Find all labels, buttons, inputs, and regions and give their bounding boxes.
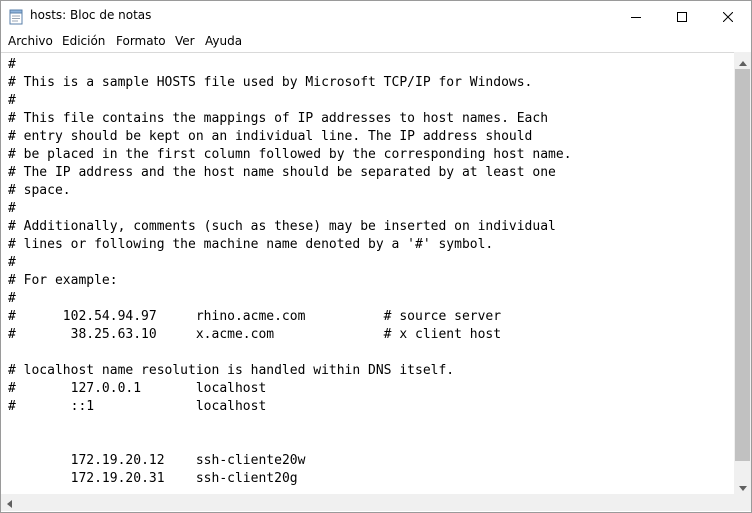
maximize-icon (677, 7, 687, 26)
scroll-thumb[interactable] (735, 69, 750, 461)
menu-edicion[interactable]: Edición (62, 34, 105, 48)
menu-archivo[interactable]: Archivo (8, 34, 53, 48)
editor-content[interactable]: # # This is a sample HOSTS file used by … (1, 53, 734, 488)
minimize-button[interactable] (613, 1, 659, 31)
menu-ver[interactable]: Ver (175, 34, 195, 48)
menu-formato[interactable]: Formato (116, 34, 166, 48)
title-bar[interactable]: hosts: Bloc de notas (1, 1, 751, 31)
close-icon (722, 7, 734, 26)
maximize-button[interactable] (659, 1, 705, 31)
menu-bar: Archivo Edición Formato Ver Ayuda (1, 31, 751, 52)
horizontal-scrollbar[interactable] (1, 494, 734, 511)
window-title: hosts: Bloc de notas (30, 8, 152, 22)
chevron-up-icon (738, 51, 747, 70)
scroll-up-button[interactable] (734, 52, 751, 69)
scrollbar-corner (734, 494, 751, 511)
menu-ayuda[interactable]: Ayuda (205, 34, 242, 48)
scroll-down-button[interactable] (734, 477, 751, 494)
chevron-down-icon (738, 476, 747, 495)
notepad-icon (9, 9, 23, 25)
text-editor[interactable]: # # This is a sample HOSTS file used by … (1, 52, 734, 495)
minimize-icon (631, 7, 641, 26)
vertical-scrollbar[interactable] (734, 52, 751, 494)
notepad-window: hosts: Bloc de notas Archivo Edición For… (0, 0, 752, 513)
close-button[interactable] (705, 1, 751, 31)
chevron-left-icon (7, 493, 12, 512)
scroll-left-button[interactable] (1, 494, 18, 511)
